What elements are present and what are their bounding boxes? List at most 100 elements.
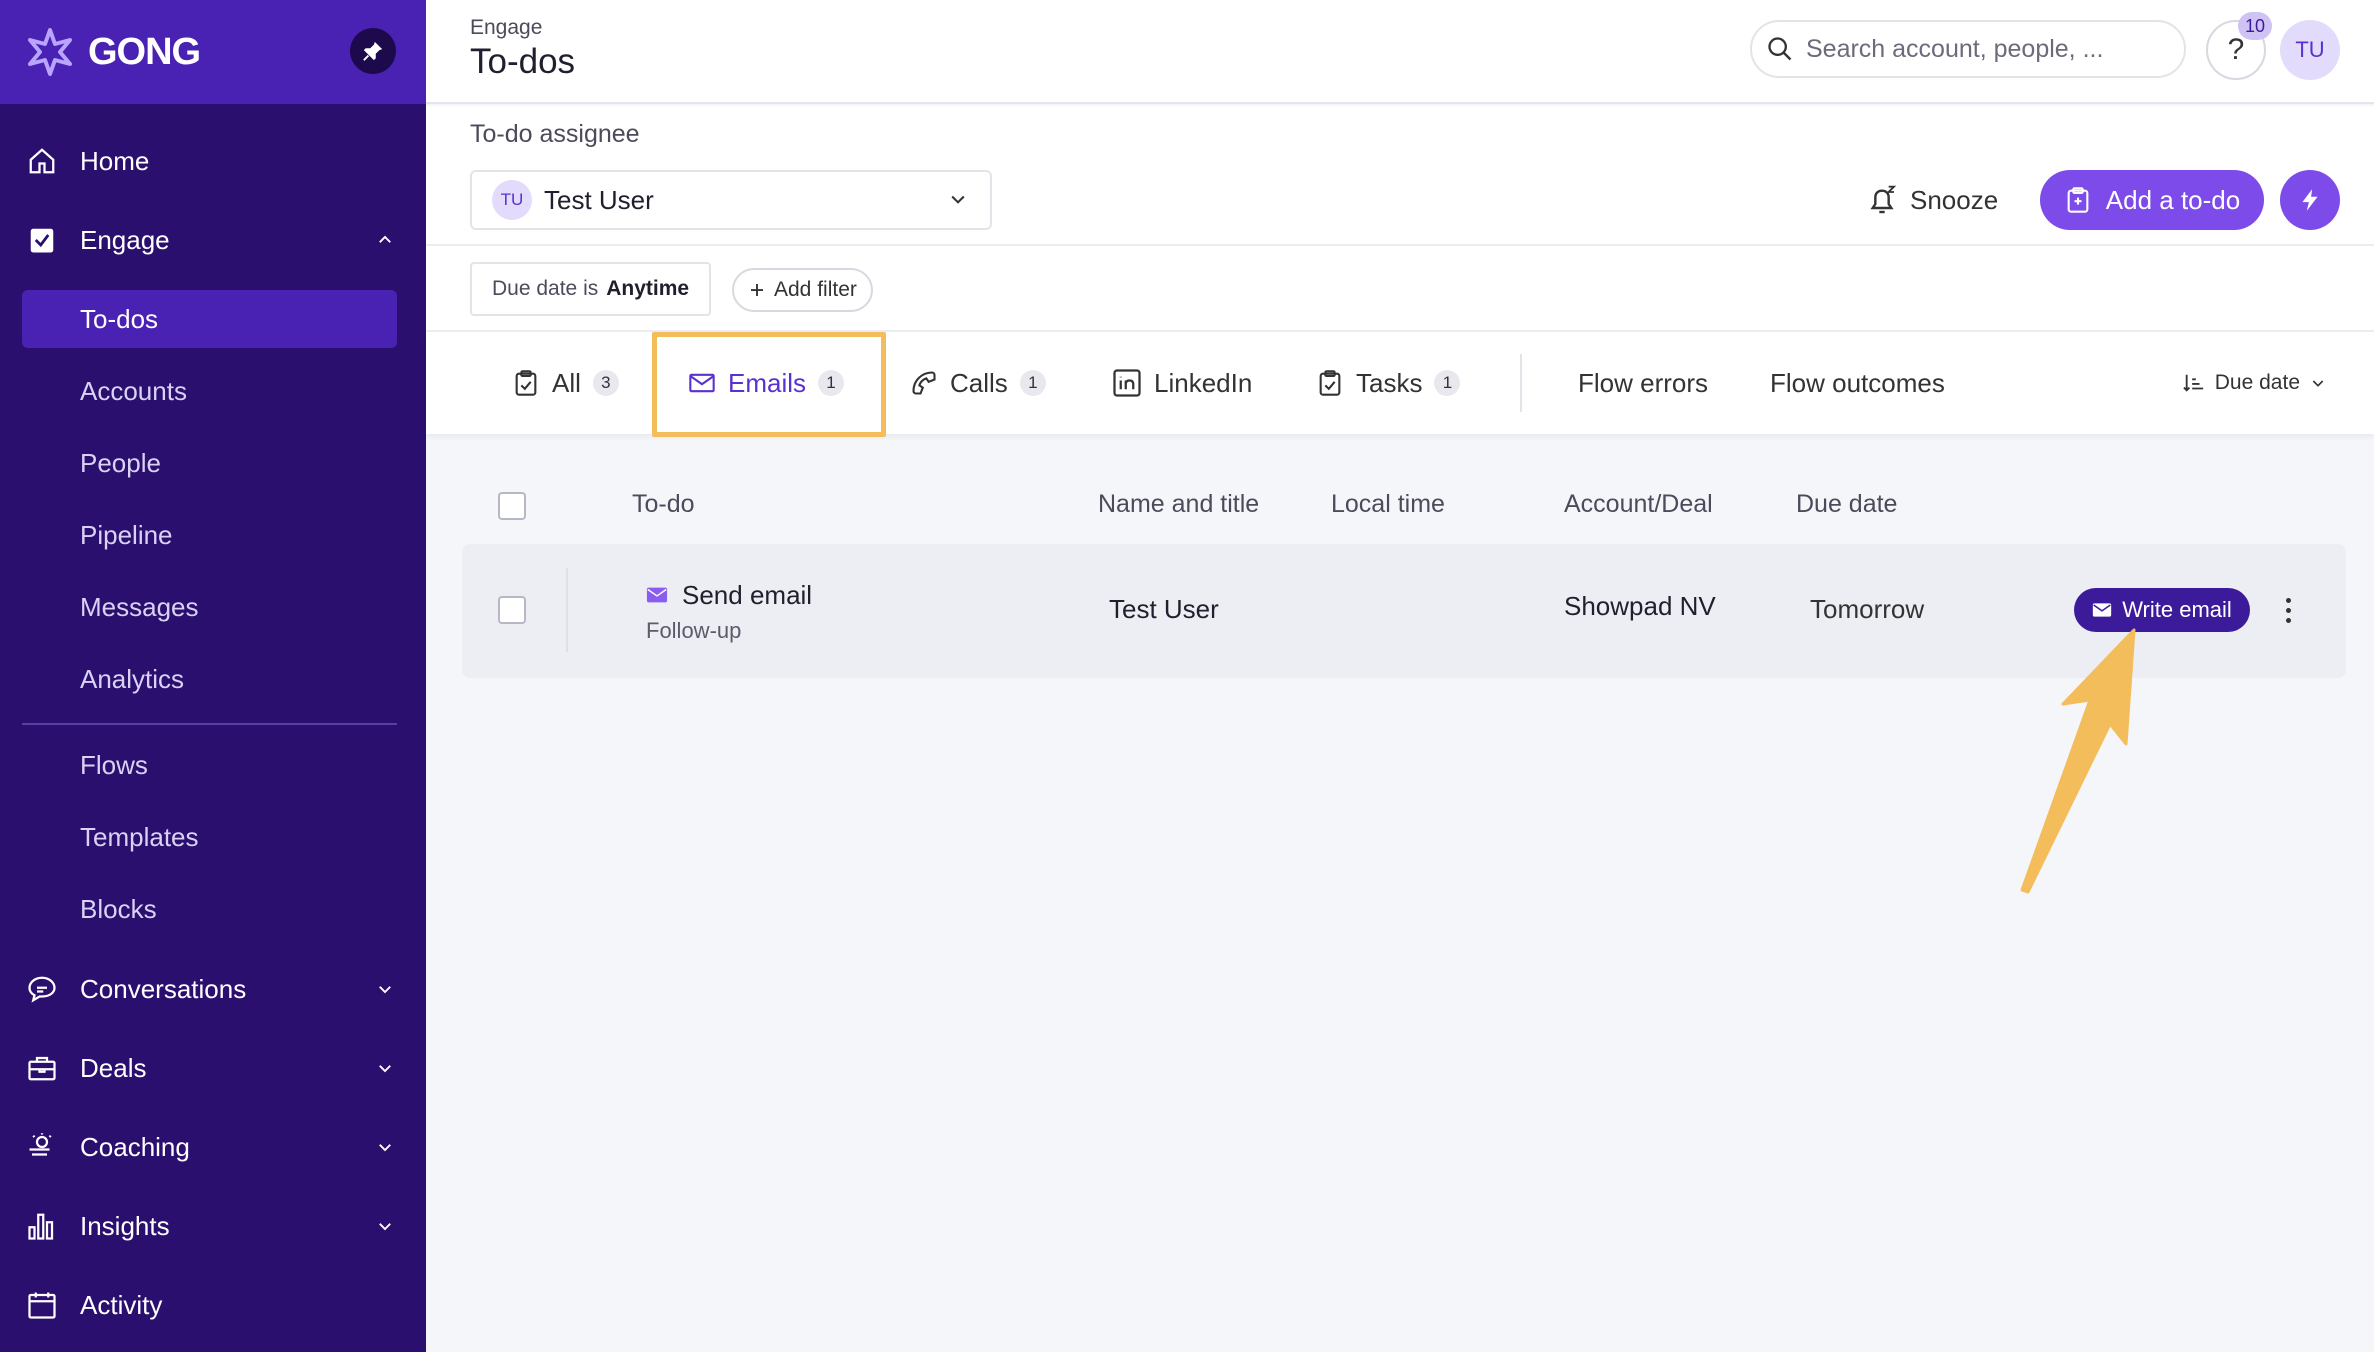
tab-count: 1 — [1434, 370, 1461, 396]
annotation-arrow — [2020, 628, 2136, 894]
contact-name[interactable]: Test User — [1109, 594, 1219, 625]
sidebar-item-activity[interactable]: Activity — [24, 1276, 402, 1334]
write-email-label: Write email — [2122, 597, 2232, 622]
clipboard-icon — [515, 370, 537, 396]
due-date-filter[interactable]: Due date is Anytime — [470, 262, 712, 316]
more-options-icon[interactable] — [2280, 590, 2296, 630]
snooze-label: Snooze — [1910, 184, 1999, 215]
chevron-down-icon — [376, 1053, 394, 1084]
assignee-select[interactable]: TU Test User — [470, 170, 992, 230]
sidebar-divider — [22, 723, 397, 725]
home-icon — [24, 143, 60, 179]
sidebar-item-messages[interactable]: Messages — [22, 578, 397, 636]
add-filter-button[interactable]: Add filter — [732, 268, 873, 312]
filter-area: To-do assignee TU Test User Snooze Add a… — [426, 106, 2374, 244]
assignee-name: Test User — [544, 184, 654, 215]
linkedin-icon — [1113, 369, 1141, 397]
chevron-down-icon — [376, 974, 394, 1005]
sort-dropdown[interactable]: Due date — [2183, 332, 2326, 434]
user-avatar[interactable]: TU — [2280, 20, 2340, 80]
sort-label: Due date — [2214, 371, 2300, 394]
add-todo-button[interactable]: Add a to-do — [2040, 170, 2264, 230]
emails-tab-highlight — [652, 332, 886, 437]
notification-badge: 10 — [2238, 12, 2272, 40]
mail-filled-icon — [646, 587, 668, 603]
chevron-down-icon — [376, 1211, 394, 1242]
column-header-account[interactable]: Account/Deal — [1564, 490, 1713, 519]
sidebar-item-deals[interactable]: Deals — [24, 1039, 402, 1097]
sidebar-item-pipeline[interactable]: Pipeline — [22, 506, 397, 564]
assignee-label: To-do assignee — [470, 120, 640, 148]
sidebar-item-coaching[interactable]: Coaching — [24, 1118, 402, 1176]
sidebar-item-flows[interactable]: Flows — [22, 736, 397, 794]
sidebar-item-templates[interactable]: Templates — [22, 808, 397, 866]
column-header-todo[interactable]: To-do — [632, 490, 695, 519]
tab-flow-outcomes[interactable]: Flow outcomes — [1770, 332, 1945, 434]
add-todo-label: Add a to-do — [2105, 184, 2241, 215]
select-all-checkbox[interactable] — [498, 492, 526, 520]
todo-subtitle: Follow-up — [646, 618, 742, 643]
sidebar-item-label: Activity — [80, 1289, 163, 1320]
tab-all[interactable]: All 3 — [512, 332, 619, 434]
clipboard-icon — [2067, 187, 2089, 213]
sidebar: GONG Home Engage To-dos Accounts People … — [0, 0, 426, 1352]
sidebar-item-conversations[interactable]: Conversations — [24, 960, 402, 1018]
tab-label: Flow outcomes — [1770, 367, 1945, 398]
sidebar-item-accounts[interactable]: Accounts — [22, 362, 397, 420]
search-input[interactable] — [1806, 34, 2146, 64]
tab-tasks[interactable]: Tasks 1 — [1316, 332, 1461, 434]
column-header-due-date[interactable]: Due date — [1796, 490, 1897, 519]
sidebar-item-engage[interactable]: Engage — [24, 211, 402, 269]
column-header-name[interactable]: Name and title — [1098, 490, 1259, 519]
tab-label: Flow errors — [1578, 367, 1709, 398]
sidebar-header: GONG — [0, 0, 426, 104]
todo-title[interactable]: Send email — [682, 580, 812, 611]
tab-calls[interactable]: Calls 1 — [910, 332, 1046, 434]
gong-star-icon — [28, 28, 72, 76]
snooze-bell-icon — [1870, 185, 1897, 214]
lightning-icon — [2302, 189, 2318, 211]
tab-linkedin[interactable]: LinkedIn — [1112, 332, 1252, 434]
chevron-down-icon — [948, 185, 968, 216]
chevron-down-icon — [2312, 380, 2324, 387]
sort-icon — [2183, 374, 2203, 392]
row-checkbox[interactable] — [498, 596, 526, 624]
pin-button[interactable] — [350, 28, 396, 74]
engage-icon — [24, 222, 60, 258]
filter-chips: Due date is Anytime Add filter — [426, 244, 2374, 332]
search-box[interactable] — [1750, 20, 2186, 78]
clipboard-icon — [1319, 370, 1341, 396]
tab-label: All — [552, 367, 581, 398]
sidebar-item-insights[interactable]: Insights — [24, 1197, 402, 1255]
chevron-up-icon — [376, 225, 394, 256]
sidebar-item-people[interactable]: People — [22, 434, 397, 492]
breadcrumb[interactable]: Engage — [470, 16, 542, 40]
tab-label: Tasks — [1356, 367, 1423, 398]
row-divider — [566, 568, 568, 652]
sidebar-item-blocks[interactable]: Blocks — [22, 880, 397, 938]
phone-icon — [912, 371, 936, 395]
snooze-button[interactable]: Snooze — [1866, 170, 1998, 230]
tab-label: Calls — [950, 367, 1008, 398]
due-date-value: Anytime — [606, 277, 690, 300]
quick-action-button[interactable] — [2280, 170, 2340, 230]
account-name[interactable]: Showpad NV — [1564, 591, 1716, 622]
tab-count: 3 — [592, 370, 619, 396]
sidebar-item-todos[interactable]: To-dos — [22, 290, 397, 348]
column-header-local-time[interactable]: Local time — [1331, 490, 1445, 519]
sidebar-item-home[interactable]: Home — [24, 132, 402, 190]
gong-logo[interactable]: GONG — [26, 28, 201, 76]
tab-divider — [1520, 354, 1522, 412]
sidebar-item-analytics[interactable]: Analytics — [22, 650, 397, 708]
plus-icon — [751, 284, 763, 296]
tab-flow-errors[interactable]: Flow errors — [1578, 332, 1708, 434]
sidebar-item-label: Engage — [80, 224, 170, 255]
pin-icon — [363, 41, 383, 61]
calendar-icon — [24, 1287, 60, 1323]
write-email-button[interactable]: Write email — [2074, 588, 2250, 632]
logo-text: GONG — [88, 30, 201, 73]
sidebar-item-label: Conversations — [80, 973, 247, 1004]
sidebar-item-label: Deals — [80, 1052, 147, 1083]
add-filter-label: Add filter — [774, 278, 857, 301]
deals-icon — [24, 1050, 60, 1086]
